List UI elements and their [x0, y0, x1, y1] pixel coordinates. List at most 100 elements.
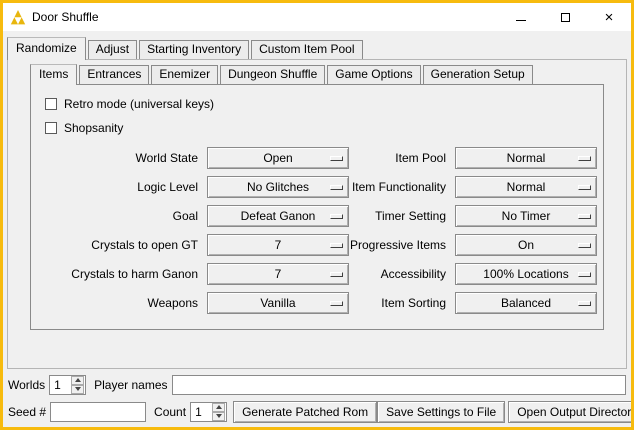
world-state-value: Open — [263, 151, 292, 165]
dropdown-indicator-icon — [578, 243, 591, 248]
progressive-items-value: On — [518, 238, 534, 252]
tab-generation-setup[interactable]: Generation Setup — [423, 65, 533, 84]
retro-mode-checkbox[interactable] — [45, 98, 57, 110]
minimize-icon — [516, 20, 526, 21]
randomize-pane: Items Entrances Enemizer Dungeon Shuffle… — [7, 59, 627, 369]
count-label: Count — [154, 405, 186, 419]
item-pool-label: Item Pool — [349, 151, 455, 165]
generate-patched-rom-button[interactable]: Generate Patched Rom — [233, 401, 377, 423]
titlebar[interactable]: Door Shuffle × — [3, 3, 631, 31]
progressive-items-label: Progressive Items — [349, 238, 455, 252]
timer-setting-label: Timer Setting — [349, 209, 455, 223]
item-sorting-value: Balanced — [501, 296, 551, 310]
crystals-harm-ganon-dropdown[interactable]: 7 — [207, 263, 349, 285]
tab-starting-inventory[interactable]: Starting Inventory — [139, 40, 249, 59]
count-spin-up-button[interactable] — [212, 403, 225, 412]
worlds-spin-up-button[interactable] — [71, 376, 84, 385]
down-arrow-icon — [75, 387, 81, 391]
items-pane: Retro mode (universal keys) Shopsanity W… — [30, 84, 604, 330]
count-spinner — [190, 402, 227, 422]
tab-enemizer[interactable]: Enemizer — [151, 65, 218, 84]
tab-dungeon-shuffle[interactable]: Dungeon Shuffle — [220, 65, 325, 84]
up-arrow-icon — [216, 405, 222, 409]
close-icon: × — [605, 10, 614, 25]
count-spin-down-button[interactable] — [212, 412, 225, 421]
goal-dropdown[interactable]: Defeat Ganon — [207, 205, 349, 227]
logic-level-dropdown[interactable]: No Glitches — [207, 176, 349, 198]
timer-setting-value: No Timer — [502, 209, 551, 223]
dropdown-indicator-icon — [578, 156, 591, 161]
tab-items[interactable]: Items — [30, 64, 77, 85]
count-input[interactable] — [191, 403, 212, 421]
worlds-input[interactable] — [50, 376, 71, 394]
close-button[interactable]: × — [587, 3, 631, 31]
maximize-icon — [561, 13, 570, 22]
tab-randomize[interactable]: Randomize — [7, 37, 86, 60]
minimize-button[interactable] — [499, 3, 543, 31]
goal-label: Goal — [37, 209, 207, 223]
count-spin-arrows — [212, 403, 225, 421]
maximize-button[interactable] — [543, 3, 587, 31]
item-pool-value: Normal — [507, 151, 546, 165]
dropdown-indicator-icon — [330, 301, 343, 306]
worlds-spin-down-button[interactable] — [71, 385, 84, 394]
player-names-label: Player names — [94, 378, 167, 392]
retro-mode-label: Retro mode (universal keys) — [64, 97, 214, 111]
worlds-label: Worlds — [8, 378, 45, 392]
seed-label: Seed # — [8, 405, 46, 419]
goal-value: Defeat Ganon — [241, 209, 316, 223]
item-functionality-value: Normal — [507, 180, 546, 194]
item-functionality-label: Item Functionality — [349, 180, 455, 194]
crystals-harm-ganon-value: 7 — [275, 267, 282, 281]
crystals-harm-ganon-label: Crystals to harm Ganon — [37, 267, 207, 281]
weapons-dropdown[interactable]: Vanilla — [207, 292, 349, 314]
outer-tab-bar: Randomize Adjust Starting Inventory Cust… — [7, 36, 631, 59]
bottom-bar: Worlds Player names Seed # Count — [3, 369, 631, 428]
crystals-open-gt-dropdown[interactable]: 7 — [207, 234, 349, 256]
save-settings-button[interactable]: Save Settings to File — [377, 401, 505, 423]
open-output-directory-button[interactable]: Open Output Directory — [508, 401, 634, 423]
shopsanity-checkbox[interactable] — [45, 122, 57, 134]
accessibility-value: 100% Locations — [483, 267, 568, 281]
shopsanity-row: Shopsanity — [45, 117, 603, 139]
dropdown-indicator-icon — [578, 301, 591, 306]
shopsanity-label: Shopsanity — [64, 121, 123, 135]
item-pool-dropdown[interactable]: Normal — [455, 147, 597, 169]
tab-adjust[interactable]: Adjust — [88, 40, 137, 59]
window-body: Randomize Adjust Starting Inventory Cust… — [3, 31, 631, 428]
item-sorting-label: Item Sorting — [349, 296, 455, 310]
window-title: Door Shuffle — [32, 10, 99, 24]
worlds-spinner — [49, 375, 86, 395]
worlds-spin-arrows — [71, 376, 84, 394]
dropdown-indicator-icon — [330, 214, 343, 219]
dropdown-indicator-icon — [578, 185, 591, 190]
dropdown-indicator-icon — [330, 272, 343, 277]
worlds-row: Worlds Player names — [8, 373, 626, 396]
tab-game-options[interactable]: Game Options — [327, 65, 420, 84]
down-arrow-icon — [216, 414, 222, 418]
logic-level-value: No Glitches — [247, 180, 309, 194]
accessibility-dropdown[interactable]: 100% Locations — [455, 263, 597, 285]
world-state-label: World State — [37, 151, 207, 165]
weapons-label: Weapons — [37, 296, 207, 310]
tab-custom-item-pool[interactable]: Custom Item Pool — [251, 40, 362, 59]
tab-entrances[interactable]: Entrances — [79, 65, 149, 84]
world-state-dropdown[interactable]: Open — [207, 147, 349, 169]
dropdown-indicator-icon — [330, 156, 343, 161]
item-functionality-dropdown[interactable]: Normal — [455, 176, 597, 198]
accessibility-label: Accessibility — [349, 267, 455, 281]
inner-tab-bar: Items Entrances Enemizer Dungeon Shuffle… — [30, 63, 626, 84]
app-window: Door Shuffle × Randomize Adjust Starting… — [0, 0, 634, 430]
up-arrow-icon — [75, 378, 81, 382]
dropdown-indicator-icon — [578, 214, 591, 219]
timer-setting-dropdown[interactable]: No Timer — [455, 205, 597, 227]
app-icon — [10, 9, 26, 25]
crystals-open-gt-label: Crystals to open GT — [37, 238, 207, 252]
item-sorting-dropdown[interactable]: Balanced — [455, 292, 597, 314]
seed-input[interactable] — [50, 402, 146, 422]
player-names-input[interactable] — [172, 375, 627, 395]
progressive-items-dropdown[interactable]: On — [455, 234, 597, 256]
crystals-open-gt-value: 7 — [275, 238, 282, 252]
dropdown-indicator-icon — [578, 272, 591, 277]
weapons-value: Vanilla — [260, 296, 295, 310]
